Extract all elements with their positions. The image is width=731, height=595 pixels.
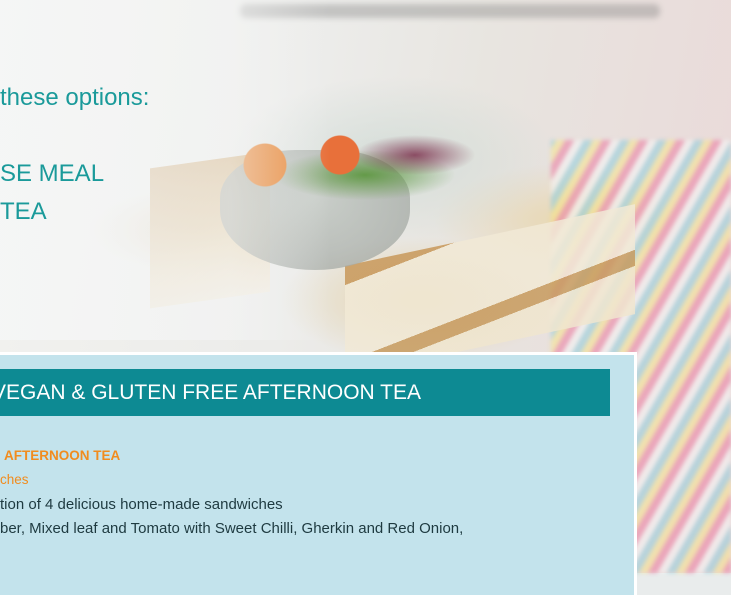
- menu-description-line: tion of 4 delicious home-made sandwiches: [0, 496, 283, 513]
- option-tea: TEA: [0, 198, 47, 225]
- menu-section-subtitle: ches: [0, 472, 29, 487]
- menu-description-line: ber, Mixed leaf and Tomato with Sweet Ch…: [0, 520, 464, 537]
- menu-panel-header: VEGAN & GLUTEN FREE AFTERNOON TEA: [0, 369, 610, 416]
- menu-panel-header-text: VEGAN & GLUTEN FREE AFTERNOON TEA: [0, 381, 422, 404]
- option-meal: SE MEAL: [0, 160, 105, 187]
- menu-section-title: AFTERNOON TEA: [4, 448, 121, 463]
- options-heading: these options:: [0, 84, 150, 111]
